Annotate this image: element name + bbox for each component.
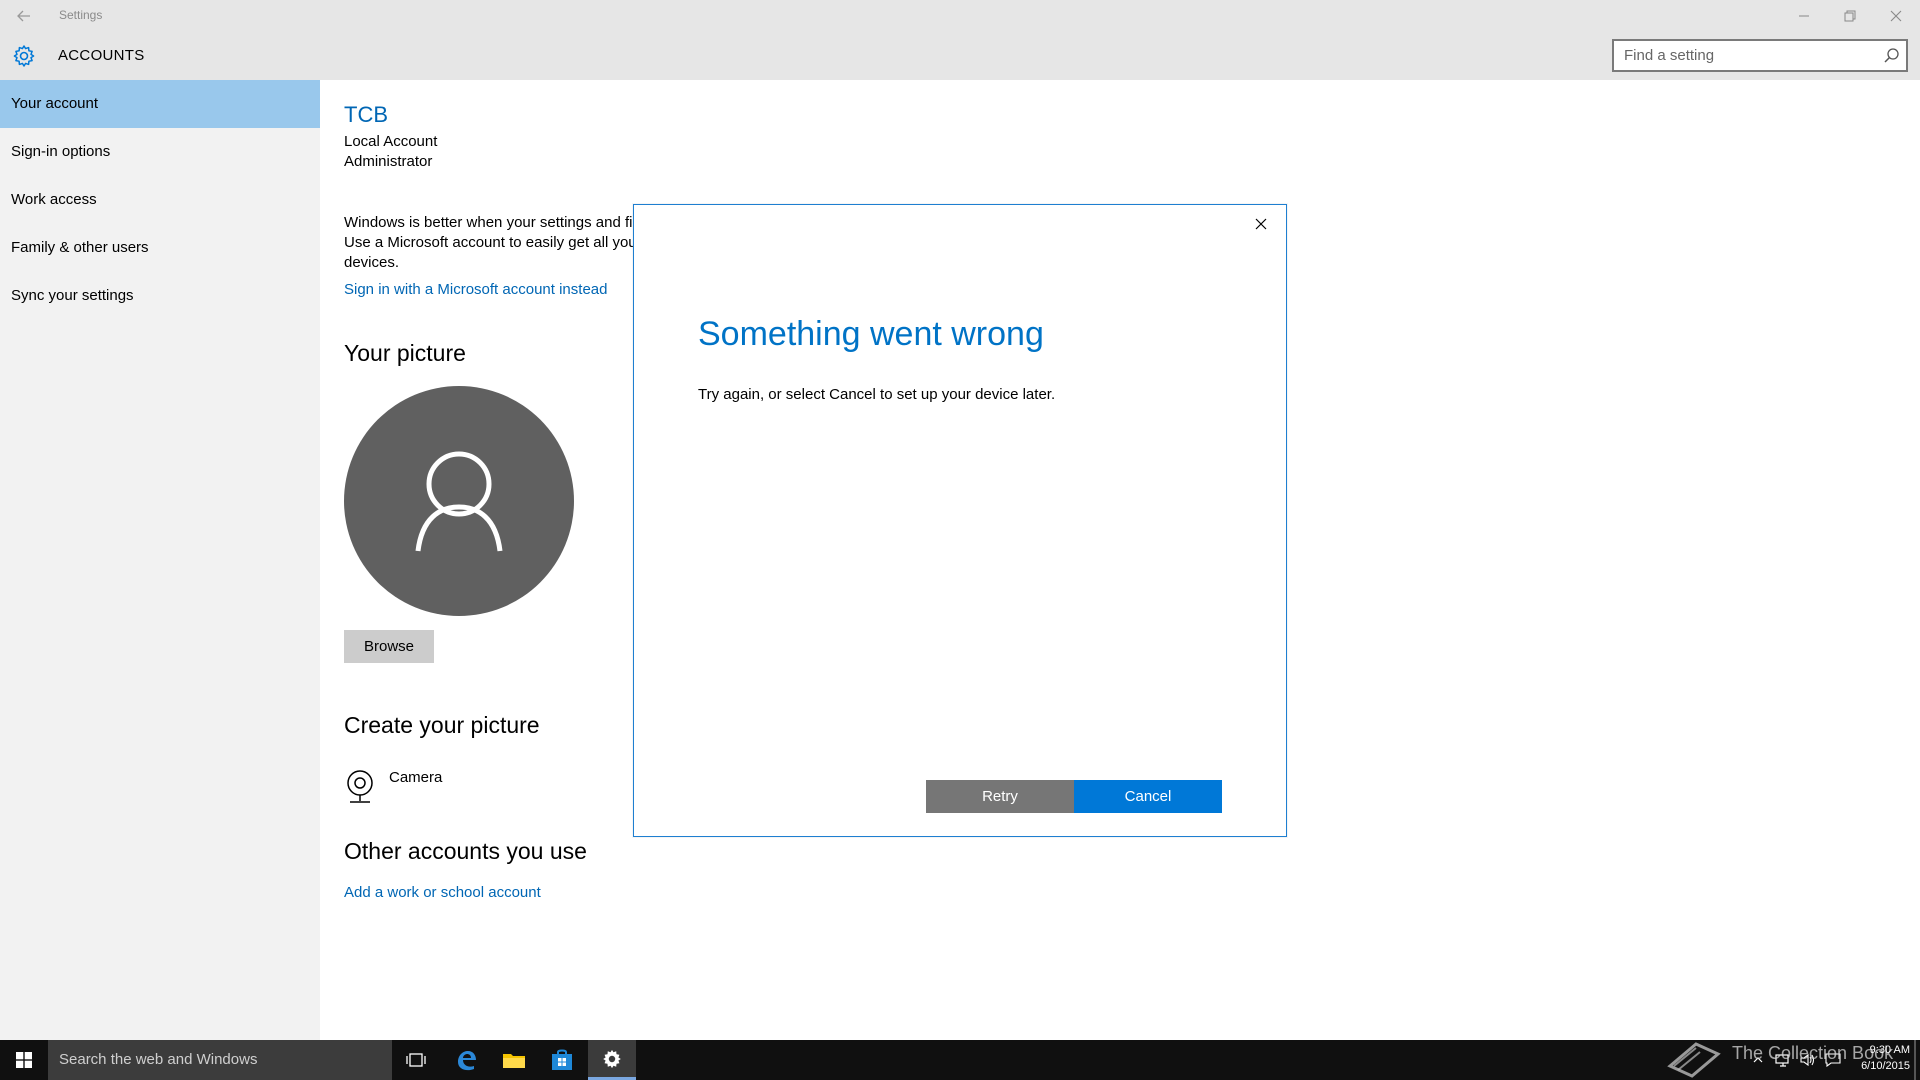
section-title: ACCOUNTS xyxy=(58,47,145,64)
edge-browser-icon[interactable] xyxy=(442,1040,490,1080)
add-work-account-link[interactable]: Add a work or school account xyxy=(344,884,541,901)
camera-icon[interactable] xyxy=(344,769,376,805)
settings-header: ACCOUNTS xyxy=(0,32,1920,80)
dialog-message: Try again, or select Cancel to set up yo… xyxy=(698,386,1056,403)
gear-icon xyxy=(12,44,36,68)
retry-button[interactable]: Retry xyxy=(926,780,1074,813)
error-dialog: Something went wrong Try again, or selec… xyxy=(633,204,1287,837)
title-bar: Settings xyxy=(0,0,1920,32)
minimize-icon[interactable] xyxy=(1781,0,1827,32)
cancel-button[interactable]: Cancel xyxy=(1074,780,1222,813)
user-name: TCB xyxy=(344,102,388,127)
account-type: Local Account xyxy=(344,133,438,150)
store-icon[interactable] xyxy=(538,1040,586,1080)
other-accounts-heading: Other accounts you use xyxy=(344,838,587,864)
task-view-icon[interactable] xyxy=(392,1040,440,1080)
taskbar: Search the web and Windows xyxy=(0,1040,1920,1080)
search-box[interactable] xyxy=(1612,39,1908,72)
create-picture-heading: Create your picture xyxy=(344,712,540,738)
sidebar-item-sign-in-options[interactable]: Sign-in options xyxy=(0,128,320,176)
person-icon xyxy=(415,451,503,552)
close-window-icon[interactable] xyxy=(1873,0,1919,32)
browse-button[interactable]: Browse xyxy=(344,630,434,663)
taskbar-clock[interactable]: 9:30 AM 6/10/2015 xyxy=(1846,1042,1910,1074)
sidebar-item-family-other-users[interactable]: Family & other users xyxy=(0,224,320,272)
info-line: Use a Microsoft account to easily get al… xyxy=(344,234,637,251)
settings-taskbar-icon[interactable] xyxy=(588,1040,636,1080)
dialog-title: Something went wrong xyxy=(698,315,1044,353)
taskbar-search[interactable]: Search the web and Windows xyxy=(48,1040,392,1080)
sidebar-item-your-account[interactable]: Your account xyxy=(0,80,320,128)
show-desktop-button[interactable] xyxy=(1914,1040,1916,1080)
clock-time: 9:30 AM xyxy=(1869,1044,1910,1056)
microsoft-account-info: Windows is better when your settings and… xyxy=(344,213,637,273)
your-picture-heading: Your picture xyxy=(344,340,466,366)
close-icon[interactable] xyxy=(1250,213,1272,235)
restore-icon[interactable] xyxy=(1827,0,1873,32)
account-role: Administrator xyxy=(344,153,433,170)
info-line: Windows is better when your settings and… xyxy=(344,214,633,231)
windows-start-icon[interactable] xyxy=(0,1040,48,1080)
search-input[interactable] xyxy=(1614,41,1864,70)
sidebar: Your account Sign-in options Work access… xyxy=(0,80,320,1040)
sidebar-item-sync-settings[interactable]: Sync your settings xyxy=(0,272,320,320)
search-icon[interactable] xyxy=(1883,47,1900,64)
info-line: devices. xyxy=(344,254,400,271)
signin-microsoft-link[interactable]: Sign in with a Microsoft account instead xyxy=(344,281,607,298)
sidebar-item-work-access[interactable]: Work access xyxy=(0,176,320,224)
file-explorer-icon[interactable] xyxy=(490,1040,538,1080)
back-arrow-icon[interactable] xyxy=(14,6,34,26)
clock-date: 6/10/2015 xyxy=(1861,1060,1910,1072)
taskbar-search-text[interactable]: Search the web and Windows xyxy=(59,1051,257,1068)
camera-label[interactable]: Camera xyxy=(389,769,442,786)
app-title: Settings xyxy=(59,8,103,22)
avatar xyxy=(344,386,574,616)
